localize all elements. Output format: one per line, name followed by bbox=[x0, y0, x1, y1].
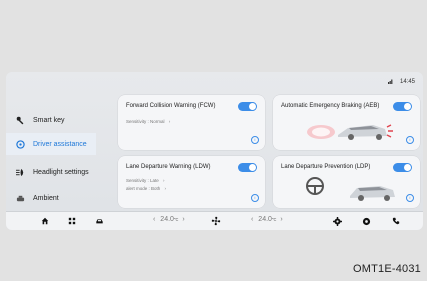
signal-icon bbox=[387, 78, 394, 86]
settings-icon[interactable] bbox=[332, 216, 342, 226]
temp-unit: ℃ bbox=[271, 217, 277, 222]
ldp-illustration bbox=[306, 177, 395, 201]
sidebar: Smart key Driver assistance Headlight se… bbox=[6, 100, 96, 220]
info-icon[interactable]: i bbox=[406, 136, 414, 144]
clock: 14:45 bbox=[399, 79, 415, 85]
infotainment-screen: 14:45 Smart key Driver assistance Headli… bbox=[6, 72, 423, 230]
sidebar-item-smart-key[interactable]: Smart key bbox=[6, 108, 96, 132]
phone-icon[interactable] bbox=[391, 216, 401, 226]
chevron-right-icon: › bbox=[163, 178, 165, 183]
fcw-toggle[interactable] bbox=[238, 102, 257, 111]
chevron-right-icon[interactable]: › bbox=[182, 216, 184, 223]
light-icon bbox=[15, 193, 25, 203]
ldw-toggle[interactable] bbox=[238, 163, 257, 172]
steering-icon bbox=[15, 139, 25, 149]
sidebar-item-label: Smart key bbox=[33, 116, 65, 124]
temp-left[interactable]: ‹ 24.0℃ › bbox=[153, 216, 185, 223]
ldw-alert-label: alert mode : Both bbox=[126, 186, 161, 191]
fan-icon[interactable] bbox=[211, 216, 221, 226]
ldp-toggle[interactable] bbox=[393, 163, 412, 172]
ldw-sensitivity-label: Sensitivity : Late bbox=[126, 178, 159, 183]
temp-unit: ℃ bbox=[173, 217, 179, 222]
aeb-toggle[interactable] bbox=[393, 102, 412, 111]
chevron-right-icon: › bbox=[164, 186, 167, 191]
key-icon bbox=[15, 115, 25, 125]
sidebar-item-headlight-settings[interactable]: Headlight settings bbox=[6, 159, 96, 185]
chevron-left-icon[interactable]: ‹ bbox=[251, 216, 253, 223]
figure-code: OMT1E-4031 bbox=[352, 263, 421, 275]
ldw-card[interactable]: Lane Departure Warning (LDW) Sensitivity… bbox=[118, 156, 265, 208]
ldw-title: Lane Departure Warning (LDW) bbox=[126, 164, 211, 170]
chevron-right-icon[interactable]: › bbox=[280, 216, 282, 223]
ldp-card[interactable]: Lane Departure Prevention (LDP) i bbox=[273, 156, 420, 208]
sidebar-item-label: Ambient bbox=[33, 194, 59, 202]
home-icon[interactable] bbox=[40, 216, 50, 226]
fcw-card[interactable]: Forward Collision Warning (FCW) Sensitiv… bbox=[118, 95, 265, 150]
temp-right-value: 24.0 bbox=[258, 216, 272, 223]
bottom-bar: ‹ 24.0℃ › ‹ 24.0℃ › bbox=[6, 211, 423, 230]
sidebar-item-label: Headlight settings bbox=[33, 168, 89, 176]
sidebar-item-label: Driver assistance bbox=[33, 140, 87, 148]
apps-icon[interactable] bbox=[67, 216, 77, 226]
ldp-title: Lane Departure Prevention (LDP) bbox=[281, 164, 371, 170]
temp-right[interactable]: ‹ 24.0℃ › bbox=[251, 216, 283, 223]
temp-left-value: 24.0 bbox=[160, 216, 174, 223]
sidebar-item-driver-assistance[interactable]: Driver assistance bbox=[6, 133, 96, 155]
media-icon[interactable] bbox=[361, 216, 371, 226]
info-icon[interactable]: i bbox=[406, 194, 414, 202]
chevron-right-icon: › bbox=[168, 119, 171, 124]
status-bar: 14:45 bbox=[387, 78, 415, 86]
chevron-left-icon[interactable]: ‹ bbox=[153, 216, 155, 223]
sidebar-item-ambient[interactable]: Ambient bbox=[6, 188, 96, 208]
aeb-card[interactable]: Automatic Emergency Braking (AEB) i bbox=[273, 95, 420, 150]
aeb-illustration bbox=[307, 124, 393, 140]
ldw-sensitivity[interactable]: Sensitivity : Late › bbox=[126, 178, 165, 183]
ldw-alert-mode[interactable]: alert mode : Both › bbox=[126, 186, 166, 191]
fcw-title: Forward Collision Warning (FCW) bbox=[126, 103, 216, 109]
car-icon[interactable] bbox=[94, 216, 104, 226]
info-icon[interactable]: i bbox=[251, 194, 259, 202]
info-icon[interactable]: i bbox=[251, 136, 259, 144]
headlight-icon bbox=[15, 167, 25, 177]
fcw-sensitivity[interactable]: Sensitivity : Normal › bbox=[126, 119, 170, 124]
aeb-title: Automatic Emergency Braking (AEB) bbox=[281, 103, 380, 109]
fcw-sensitivity-label: Sensitivity : Normal bbox=[126, 119, 165, 124]
